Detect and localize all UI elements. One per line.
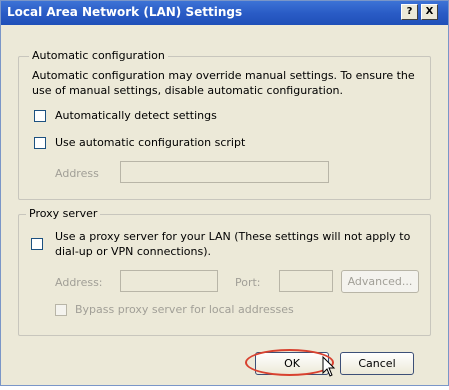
help-button[interactable]: ? xyxy=(401,4,418,20)
use-config-script-checkbox[interactable] xyxy=(34,137,46,149)
proxy-server-group: Proxy server Use a proxy server for your… xyxy=(18,207,431,336)
bypass-local-checkbox[interactable] xyxy=(55,304,67,316)
proxy-port-input[interactable] xyxy=(279,270,333,292)
auto-config-description-line1: Automatic configuration may override man… xyxy=(32,69,415,82)
script-address-input[interactable] xyxy=(120,161,329,183)
proxy-address-label: Address: xyxy=(55,276,103,289)
use-proxy-label-line2[interactable]: dial-up or VPN connections). xyxy=(55,245,211,258)
automatically-detect-label[interactable]: Automatically detect settings xyxy=(55,109,217,122)
auto-config-description-line2: use of manual settings, disable automati… xyxy=(32,84,344,97)
automatic-configuration-group: Automatic configuration Automatic config… xyxy=(18,49,431,200)
cancel-button[interactable]: Cancel xyxy=(340,352,414,375)
automatically-detect-checkbox[interactable] xyxy=(34,110,46,122)
mouse-pointer-icon xyxy=(322,356,336,377)
proxy-port-label: Port: xyxy=(235,276,261,289)
advanced-button[interactable]: Advanced... xyxy=(341,270,419,293)
lan-settings-dialog: Local Area Network (LAN) Settings ? X Au… xyxy=(0,0,449,386)
use-proxy-label-line1[interactable]: Use a proxy server for your LAN (These s… xyxy=(55,230,410,243)
dialog-title: Local Area Network (LAN) Settings xyxy=(7,5,243,19)
ok-highlight-oval xyxy=(245,349,334,376)
close-button[interactable]: X xyxy=(421,4,438,20)
automatic-configuration-legend: Automatic configuration xyxy=(29,49,168,62)
use-config-script-label[interactable]: Use automatic configuration script xyxy=(55,136,245,149)
use-proxy-checkbox[interactable] xyxy=(31,238,43,250)
proxy-address-input[interactable] xyxy=(120,270,218,292)
bypass-local-label[interactable]: Bypass proxy server for local addresses xyxy=(75,303,294,316)
script-address-label: Address xyxy=(55,167,99,180)
title-bar[interactable]: Local Area Network (LAN) Settings ? X xyxy=(1,1,448,25)
proxy-server-legend: Proxy server xyxy=(26,207,101,220)
